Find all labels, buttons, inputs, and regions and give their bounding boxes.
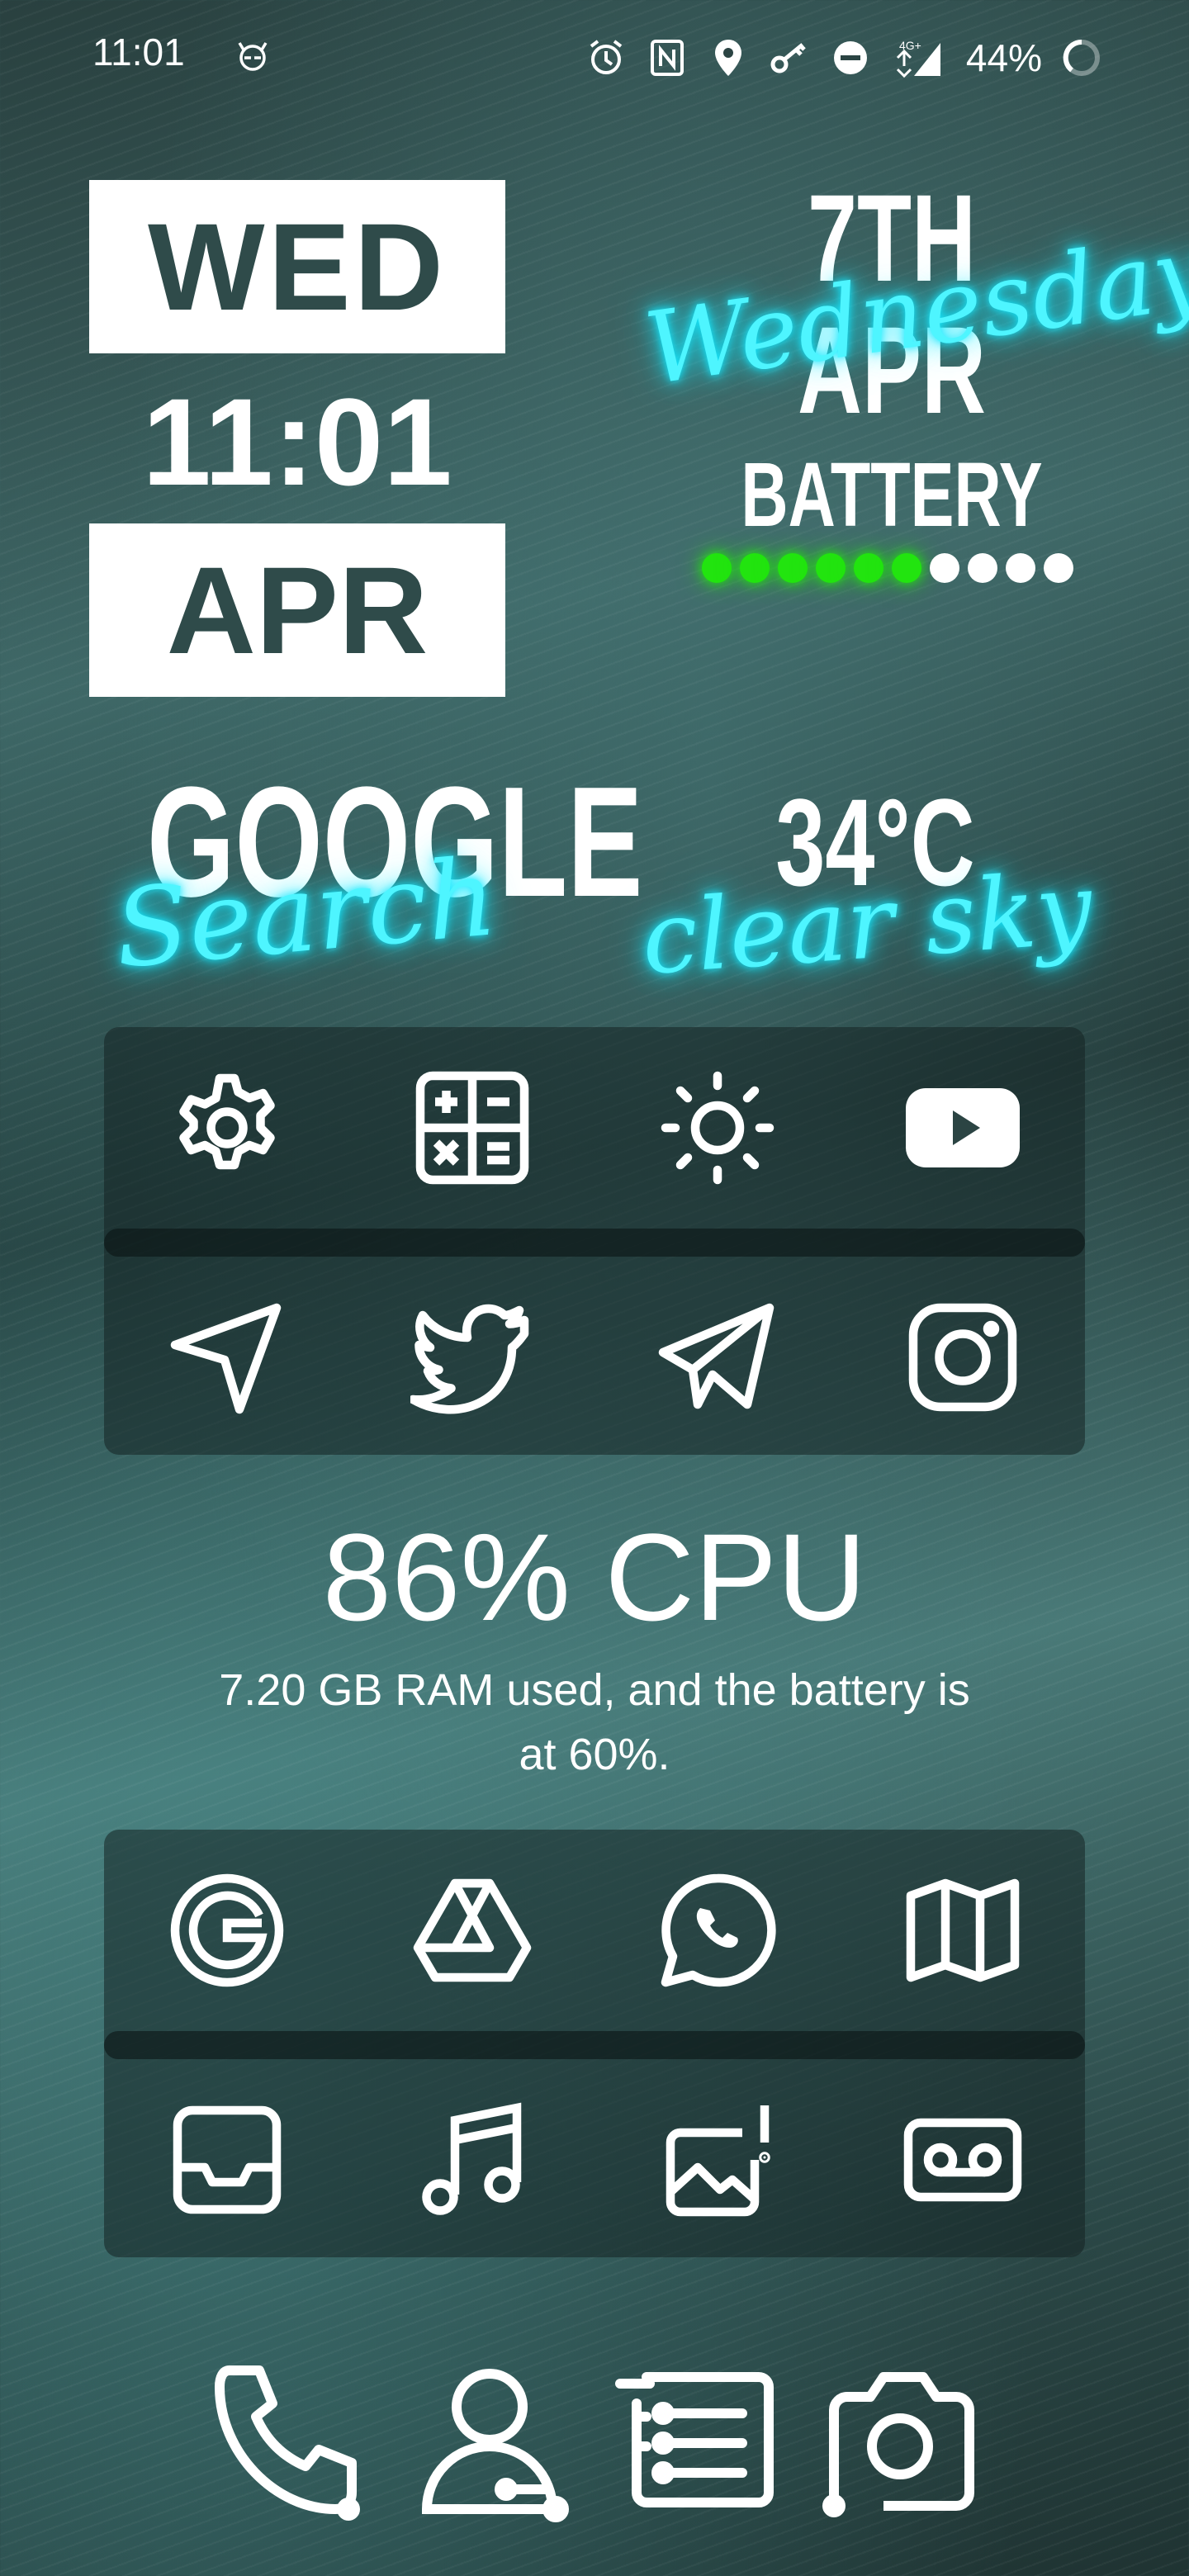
app-panel-top <box>104 1027 1085 1455</box>
contacts-icon[interactable] <box>410 2357 576 2522</box>
voicemail-app[interactable] <box>872 2069 1054 2251</box>
google-icon <box>170 1873 283 1987</box>
alarm-icon <box>590 40 623 74</box>
instagram-icon <box>908 1303 1016 1412</box>
whatsapp-icon <box>661 1873 776 1987</box>
settings-icon <box>178 1073 275 1170</box>
battery-level-dots <box>702 553 1073 583</box>
telegram-app[interactable] <box>627 1267 808 1448</box>
do-not-disturb-icon <box>833 41 867 74</box>
battery-dot <box>778 553 808 583</box>
app-row <box>104 1027 1085 1229</box>
gallery-app[interactable] <box>627 2069 808 2251</box>
app-row <box>104 2059 1085 2257</box>
battery-dot <box>740 553 770 583</box>
gallery-icon <box>666 2105 770 2217</box>
battery-dot <box>816 553 846 583</box>
messages-icon[interactable] <box>613 2357 779 2522</box>
battery-dot <box>1044 553 1073 583</box>
battery-dot <box>1006 553 1035 583</box>
google-drive-icon <box>413 1878 531 1982</box>
navigation-app[interactable] <box>136 1267 318 1448</box>
panel-divider <box>104 2031 1085 2059</box>
telegram-icon <box>658 1303 774 1409</box>
cat-notification-icon <box>238 42 268 71</box>
music-icon <box>421 2102 521 2215</box>
day-box: WED <box>89 180 505 353</box>
battery-dot <box>968 553 997 583</box>
app-row <box>104 1257 1085 1455</box>
big-clock[interactable]: 11:01 <box>89 372 505 512</box>
location-icon <box>714 40 741 76</box>
map-icon <box>906 1878 1019 1982</box>
google-drive-app[interactable] <box>381 1840 563 2021</box>
music-app[interactable] <box>381 2069 563 2251</box>
battery-dot <box>892 553 921 583</box>
brightness-icon <box>661 1071 774 1185</box>
navigation-arrow-icon <box>170 1303 281 1414</box>
camera-icon[interactable] <box>817 2357 983 2522</box>
signal-icon: 4G+ <box>896 39 940 78</box>
nfc-icon <box>650 40 684 76</box>
calculator-app[interactable] <box>381 1037 563 1219</box>
calculator-icon <box>415 1071 528 1185</box>
battery-dot <box>854 553 883 583</box>
instagram-app[interactable] <box>872 1267 1054 1448</box>
battery-dot <box>702 553 732 583</box>
twitter-icon <box>410 1304 528 1414</box>
app-row <box>104 1830 1085 2031</box>
voicemail-icon <box>903 2118 1021 2202</box>
settings-app[interactable] <box>136 1037 318 1219</box>
status-icons: 4G+ 44% <box>585 25 1103 91</box>
youtube-icon <box>905 1088 1020 1167</box>
maps-app[interactable] <box>872 1840 1054 2021</box>
status-time: 11:01 <box>92 31 185 73</box>
app-panel-bottom <box>104 1830 1085 2257</box>
system-summary: 7.20 GB RAM used, and the battery is at … <box>219 1665 970 1779</box>
inbox-icon <box>173 2105 281 2214</box>
battery-title: BATTERY <box>741 444 1043 546</box>
network-label: 4G+ <box>899 39 921 52</box>
brightness-app[interactable] <box>627 1037 808 1219</box>
month-box: APR <box>89 523 505 697</box>
twitter-app[interactable] <box>381 1267 563 1448</box>
weather-condition: clear sky <box>637 851 1097 997</box>
whatsapp-app[interactable] <box>627 1840 808 2021</box>
panel-divider <box>104 1229 1085 1257</box>
google-app[interactable] <box>136 1840 318 2021</box>
phone-icon[interactable] <box>206 2357 372 2522</box>
dock <box>206 2345 983 2535</box>
battery-dot <box>930 553 959 583</box>
inbox-app[interactable] <box>136 2069 318 2251</box>
cpu-usage: 86% CPU <box>322 1508 867 1646</box>
vpn-key-icon <box>770 43 806 73</box>
battery-ring-icon <box>1063 39 1100 76</box>
youtube-app[interactable] <box>872 1037 1054 1219</box>
battery-percent: 44% <box>965 36 1042 79</box>
